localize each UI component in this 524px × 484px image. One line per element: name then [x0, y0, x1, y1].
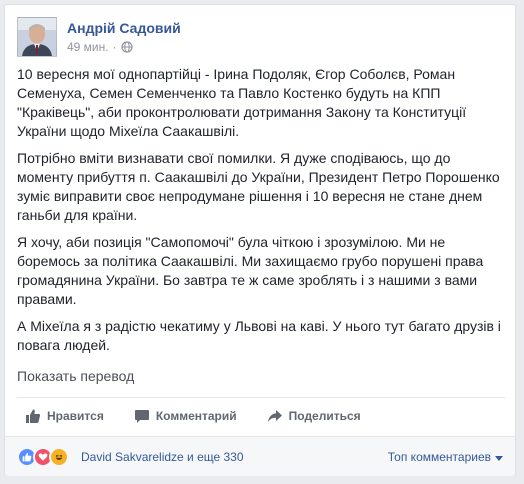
laughing-face-icon: [55, 454, 63, 460]
show-translation-link[interactable]: Показать перевод: [17, 368, 134, 384]
post-header: Андрій Садовий 49 мин. ·: [17, 17, 497, 61]
thumbs-up-icon: [26, 409, 41, 423]
actions-top-divider: [17, 397, 505, 398]
comment-label: Комментарий: [155, 409, 237, 423]
reactions-summary[interactable]: David Sakvarelidze и еще 330: [81, 450, 244, 464]
author-name[interactable]: Андрій Садовий: [67, 20, 181, 36]
heart-icon: [38, 453, 48, 461]
like-button[interactable]: Нравится: [25, 400, 104, 432]
author-avatar[interactable]: [17, 17, 57, 57]
comment-sort-label: Топ комментариев: [387, 450, 491, 464]
thumbs-up-icon: [22, 452, 32, 462]
share-button[interactable]: Поделиться: [267, 400, 361, 432]
post-meta: 49 мин. ·: [67, 40, 133, 54]
reactions-bar: David Sakvarelidze и еще 330 Топ коммент…: [5, 436, 515, 476]
reaction-icons[interactable]: [17, 447, 69, 467]
post-paragraph: Я хочу, аби позиція "Самопомочі" була чі…: [17, 234, 484, 307]
avatar-portrait-icon: [18, 18, 56, 56]
comment-icon: [134, 410, 149, 423]
globe-icon[interactable]: [121, 41, 133, 53]
haha-reaction-icon: [49, 447, 69, 467]
post-time[interactable]: 49 мин.: [67, 40, 109, 54]
post-paragraph: 10 вересня мої однопартійці - Ірина Подо…: [17, 66, 467, 139]
comment-sort-dropdown[interactable]: Топ комментариев: [388, 450, 503, 464]
caret-down-icon: [495, 455, 503, 461]
meta-separator: ·: [112, 40, 117, 54]
post-actions: Нравится Комментарий Поделиться: [17, 400, 505, 432]
post-content: 10 вересня мої однопартійці - Ірина Подо…: [17, 65, 505, 363]
post-paragraph: Потрібно вміти визнавати свої помилки. Я…: [17, 150, 500, 223]
share-label: Поделиться: [288, 409, 361, 423]
like-label: Нравится: [47, 409, 104, 423]
post-paragraph: А Міхеїла я з радістю чекатиму у Львові …: [17, 318, 501, 353]
share-arrow-icon: [267, 410, 282, 422]
post-card: Андрій Садовий 49 мин. · 10 вересня мої …: [4, 4, 516, 476]
comment-button[interactable]: Комментарий: [134, 400, 237, 432]
